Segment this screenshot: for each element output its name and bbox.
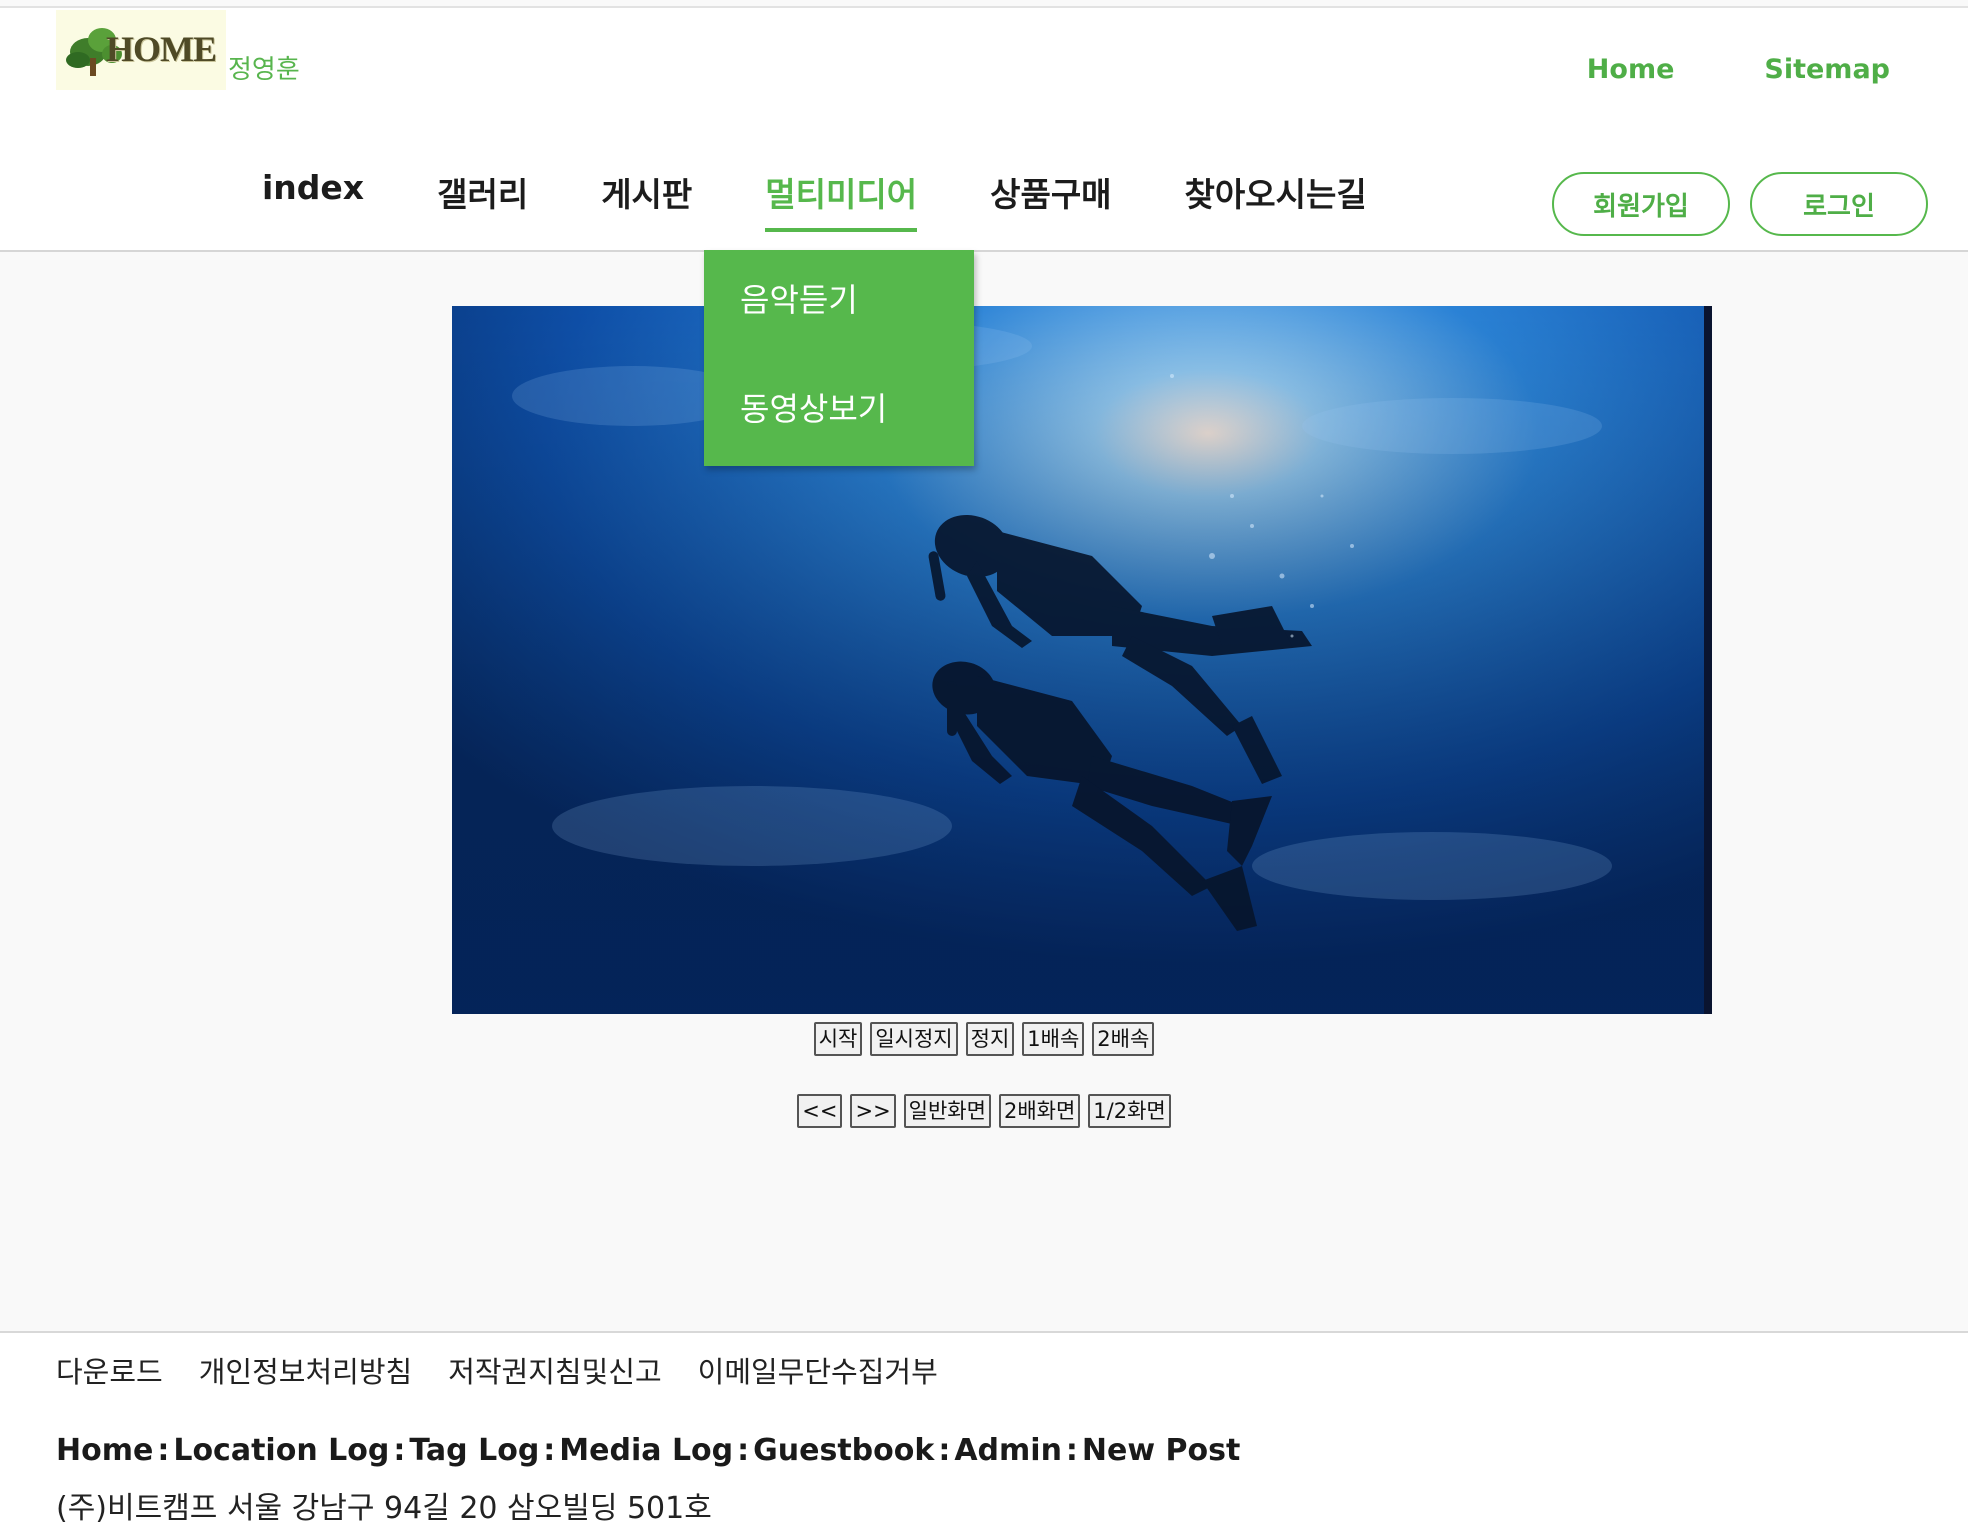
logo-area: HOME 정영훈 <box>56 10 300 90</box>
dropdown-item-music[interactable]: 음악듣기 <box>704 250 974 357</box>
separator: : <box>157 1433 170 1468</box>
blog-link-guestbook[interactable]: Guestbook <box>753 1433 934 1468</box>
blog-link-tag-log[interactable]: Tag Log <box>409 1433 539 1468</box>
nav-item-multimedia[interactable]: 멀티미디어 <box>765 168 917 232</box>
blog-links: Home: Location Log: Tag Log: Media Log: Gues… <box>56 1433 1240 1468</box>
footer-link-copyright[interactable]: 저작권지침및신고 <box>448 1349 661 1391</box>
footer-policy-bar: 다운로드 개인정보처리방침 저작권지침및신고 이메일무단수집거부 <box>0 1331 1968 1407</box>
rewind-button[interactable]: << <box>797 1094 843 1128</box>
nav-item-shop[interactable]: 상품구매 <box>990 168 1111 230</box>
login-button[interactable]: 로그인 <box>1750 172 1928 236</box>
blog-link-media-log[interactable]: Media Log <box>559 1433 733 1468</box>
forward-button[interactable]: >> <box>850 1094 896 1128</box>
video-frame-image <box>452 306 1712 1014</box>
dropdown-item-video[interactable]: 동영상보기 <box>704 357 974 464</box>
video-edge <box>1704 306 1712 1014</box>
blog-link-location-log[interactable]: Location Log <box>173 1433 389 1468</box>
util-link-home[interactable]: Home <box>1587 54 1675 85</box>
blog-link-new-post[interactable]: New Post <box>1082 1433 1240 1468</box>
separator: : <box>1065 1433 1078 1468</box>
nav-item-directions[interactable]: 찾아오시는길 <box>1185 168 1367 230</box>
auth-buttons: 회원가입 로그인 <box>1552 172 1928 236</box>
util-link-sitemap[interactable]: Sitemap <box>1764 54 1890 85</box>
nav-item-board[interactable]: 게시판 <box>601 168 692 230</box>
separator: : <box>737 1433 750 1468</box>
half-size-button[interactable]: 1/2화면 <box>1088 1094 1171 1128</box>
double-size-button[interactable]: 2배화면 <box>998 1094 1081 1128</box>
nav-item-gallery[interactable]: 갤러리 <box>437 168 528 230</box>
pause-button[interactable]: 일시정지 <box>870 1022 958 1056</box>
footer-link-email-refusal[interactable]: 이메일무단수집거부 <box>698 1349 938 1391</box>
multimedia-dropdown: 음악듣기 동영상보기 <box>704 250 974 466</box>
logo-text: HOME <box>106 29 217 69</box>
signup-button[interactable]: 회원가입 <box>1552 172 1730 236</box>
main-nav: index 갤러리 게시판 멀티미디어 상품구매 찾아오시는길 <box>262 168 1440 232</box>
footer-link-privacy[interactable]: 개인정보처리방침 <box>199 1349 412 1391</box>
play-button[interactable]: 시작 <box>813 1022 863 1056</box>
separator: : <box>938 1433 951 1468</box>
site-header: HOME 정영훈 Home Sitemap index 갤러리 게시판 멀티미디… <box>0 8 1968 252</box>
home-logo[interactable]: HOME <box>56 10 226 90</box>
separator: : <box>393 1433 406 1468</box>
video-player[interactable] <box>452 306 1712 1014</box>
footer-link-download[interactable]: 다운로드 <box>56 1349 163 1391</box>
normal-size-button[interactable]: 일반화면 <box>903 1094 991 1128</box>
footer-links: 다운로드 개인정보처리방침 저작권지침및신고 이메일무단수집거부 <box>56 1349 938 1391</box>
nav-item-index[interactable]: index <box>262 168 364 230</box>
footer-info: Home: Location Log: Tag Log: Media Log: Gues… <box>0 1405 1968 1536</box>
site-owner-name: 정영훈 <box>228 55 300 85</box>
stop-button[interactable]: 정지 <box>965 1022 1015 1056</box>
blog-link-home[interactable]: Home <box>56 1433 153 1468</box>
player-controls-row-1: 시작 일시정지 정지 1배속 2배속 <box>0 1022 1968 1056</box>
speed-1x-button[interactable]: 1배속 <box>1022 1022 1085 1056</box>
utility-links: Home Sitemap <box>1587 54 1890 85</box>
blog-link-admin[interactable]: Admin <box>954 1433 1062 1468</box>
player-controls-row-2: << >> 일반화면 2배화면 1/2화면 <box>0 1094 1968 1128</box>
company-address: (주)비트캠프 서울 강남구 94길 20 삼오빌딩 501호 <box>56 1491 712 1526</box>
separator: : <box>543 1433 556 1468</box>
speed-2x-button[interactable]: 2배속 <box>1092 1022 1155 1056</box>
